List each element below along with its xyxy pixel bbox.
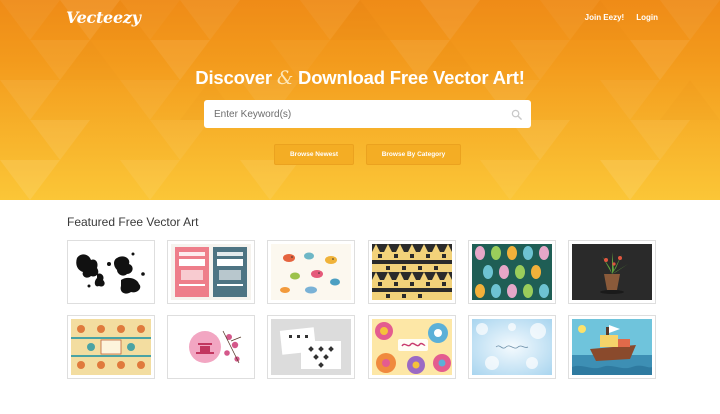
thumbnail-monochrome-pattern-cards[interactable]: [267, 315, 355, 379]
vecteezy-logo[interactable]: Vecteezy: [66, 8, 141, 27]
hero-banner: Vecteezy Join Eezy! Login Discover & Dow…: [0, 0, 720, 200]
thumbnail-ink-splatter-map[interactable]: [67, 240, 155, 304]
search-box: [204, 100, 531, 128]
search-icon[interactable]: [511, 109, 522, 120]
thumbnail-ornamental-pattern[interactable]: [67, 315, 155, 379]
browse-category-button[interactable]: Browse By Category: [366, 144, 461, 165]
thumbnail-bokeh-background[interactable]: [468, 315, 556, 379]
featured-section-title: Featured Free Vector Art: [67, 215, 199, 229]
thumbnail-cartoon-birds[interactable]: [267, 240, 355, 304]
headline-part1: Discover: [195, 67, 272, 88]
thumbnail-cartoon-ship-scene[interactable]: [568, 315, 656, 379]
thumbnail-lorem-ipsum-posters[interactable]: [167, 240, 255, 304]
headline-part2: Download Free Vector Art!: [298, 67, 525, 88]
thumbnail-leaf-pattern[interactable]: [468, 240, 556, 304]
search-input[interactable]: [204, 100, 499, 128]
thumbnail-pink-pagoda-card[interactable]: [167, 315, 255, 379]
join-link[interactable]: Join Eezy!: [585, 13, 625, 22]
headline-ampersand: &: [276, 68, 294, 89]
top-nav: Join Eezy! Login: [585, 13, 658, 22]
hero-headline: Discover & Download Free Vector Art!: [0, 67, 720, 89]
thumbnail-spring-flowers[interactable]: [368, 315, 456, 379]
thumbnail-potted-plant-dark[interactable]: [568, 240, 656, 304]
thumbnail-tribal-pattern-stripes[interactable]: [368, 240, 456, 304]
login-link[interactable]: Login: [636, 13, 658, 22]
browse-newest-button[interactable]: Browse Newest: [274, 144, 354, 165]
